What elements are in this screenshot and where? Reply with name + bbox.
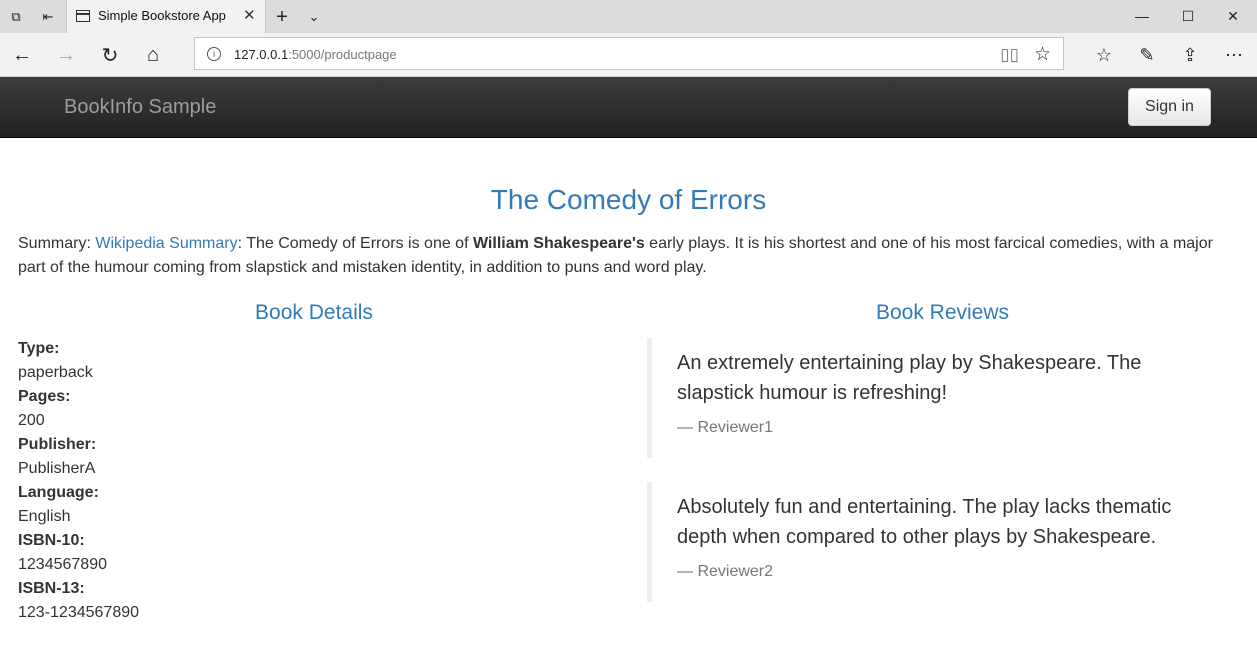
home-icon[interactable]: ⌂ <box>139 41 167 69</box>
book-summary: Summary: Wikipedia Summary: The Comedy o… <box>18 235 1213 276</box>
maximize-icon[interactable]: ☐ <box>1173 4 1203 28</box>
favorites-hub-icon[interactable]: ☆ <box>1090 41 1118 69</box>
review-text: Absolutely fun and entertaining. The pla… <box>677 496 1172 548</box>
detail-label: Language: <box>18 484 99 501</box>
web-note-icon[interactable]: ✎ <box>1133 41 1161 69</box>
detail-value: 123-1234567890 <box>18 604 140 621</box>
chevron-down-icon[interactable]: ⌄ <box>304 7 324 27</box>
detail-value: PublisherA <box>18 460 96 477</box>
detail-label: Publisher: <box>18 436 97 453</box>
book-reviews-heading: Book Reviews <box>875 301 1010 324</box>
detail-label: Type: <box>18 340 60 357</box>
url-text: 127.0.0.1:5000/productpage <box>234 47 397 62</box>
close-tab-icon[interactable]: ✕ <box>243 6 256 24</box>
detail-value: 1234567890 <box>18 556 107 573</box>
detail-value: English <box>18 508 71 525</box>
favorite-star-icon[interactable]: ☆ <box>1034 43 1051 66</box>
share-icon[interactable]: ⇪ <box>1176 41 1204 69</box>
close-window-icon[interactable]: ✕ <box>1218 4 1248 28</box>
site-navbar: BookInfo Sample Sign in <box>0 77 1257 138</box>
wikipedia-summary-link[interactable]: Wikipedia Summary <box>95 235 237 252</box>
book-title: The Comedy of Errors <box>490 184 767 215</box>
detail-value: 200 <box>18 412 45 429</box>
minimize-icon[interactable]: — <box>1127 4 1157 28</box>
review-item: Absolutely fun and entertaining. The pla… <box>647 482 1227 602</box>
address-bar[interactable]: i 127.0.0.1:5000/productpage ▯▯ ☆ <box>194 37 1064 70</box>
tab-title: Simple Bookstore App <box>98 8 226 23</box>
forward-icon[interactable]: → <box>52 41 80 69</box>
sign-in-button[interactable]: Sign in <box>1128 88 1211 126</box>
detail-label: Pages: <box>18 388 71 405</box>
detail-label: ISBN-10: <box>18 532 85 549</box>
page-icon <box>76 10 90 22</box>
reviewer-name: — Reviewer1 <box>677 419 774 436</box>
browser-tab[interactable]: Simple Bookstore App ✕ <box>66 0 266 33</box>
review-text: An extremely entertaining play by Shakes… <box>677 352 1142 404</box>
detail-value: paperback <box>18 364 93 381</box>
book-details-heading: Book Details <box>255 301 373 324</box>
book-details-list: Type: paperback Pages: 200 Publisher: Pu… <box>18 337 618 625</box>
new-tab-icon[interactable]: + <box>272 6 292 28</box>
detail-label: ISBN-13: <box>18 580 85 597</box>
review-item: An extremely entertaining play by Shakes… <box>647 338 1227 458</box>
browser-tab-bar: ⧉ ⇤ Simple Bookstore App ✕ + ⌄ — ☐ ✕ <box>0 0 1257 33</box>
set-tabs-aside-icon[interactable]: ⇤ <box>38 7 58 27</box>
site-info-icon[interactable]: i <box>207 47 221 61</box>
browser-toolbar: ← → ↻ ⌂ i 127.0.0.1:5000/productpage ▯▯ … <box>0 33 1257 77</box>
tab-manager-icon[interactable]: ⧉ <box>6 7 26 27</box>
back-icon[interactable]: ← <box>8 41 36 69</box>
reviewer-name: — Reviewer2 <box>677 563 774 580</box>
brand-link[interactable]: BookInfo Sample <box>64 96 216 119</box>
more-options-icon[interactable]: ⋯ <box>1220 41 1248 69</box>
reading-view-icon[interactable]: ▯▯ <box>1000 45 1019 65</box>
refresh-icon[interactable]: ↻ <box>96 41 124 69</box>
